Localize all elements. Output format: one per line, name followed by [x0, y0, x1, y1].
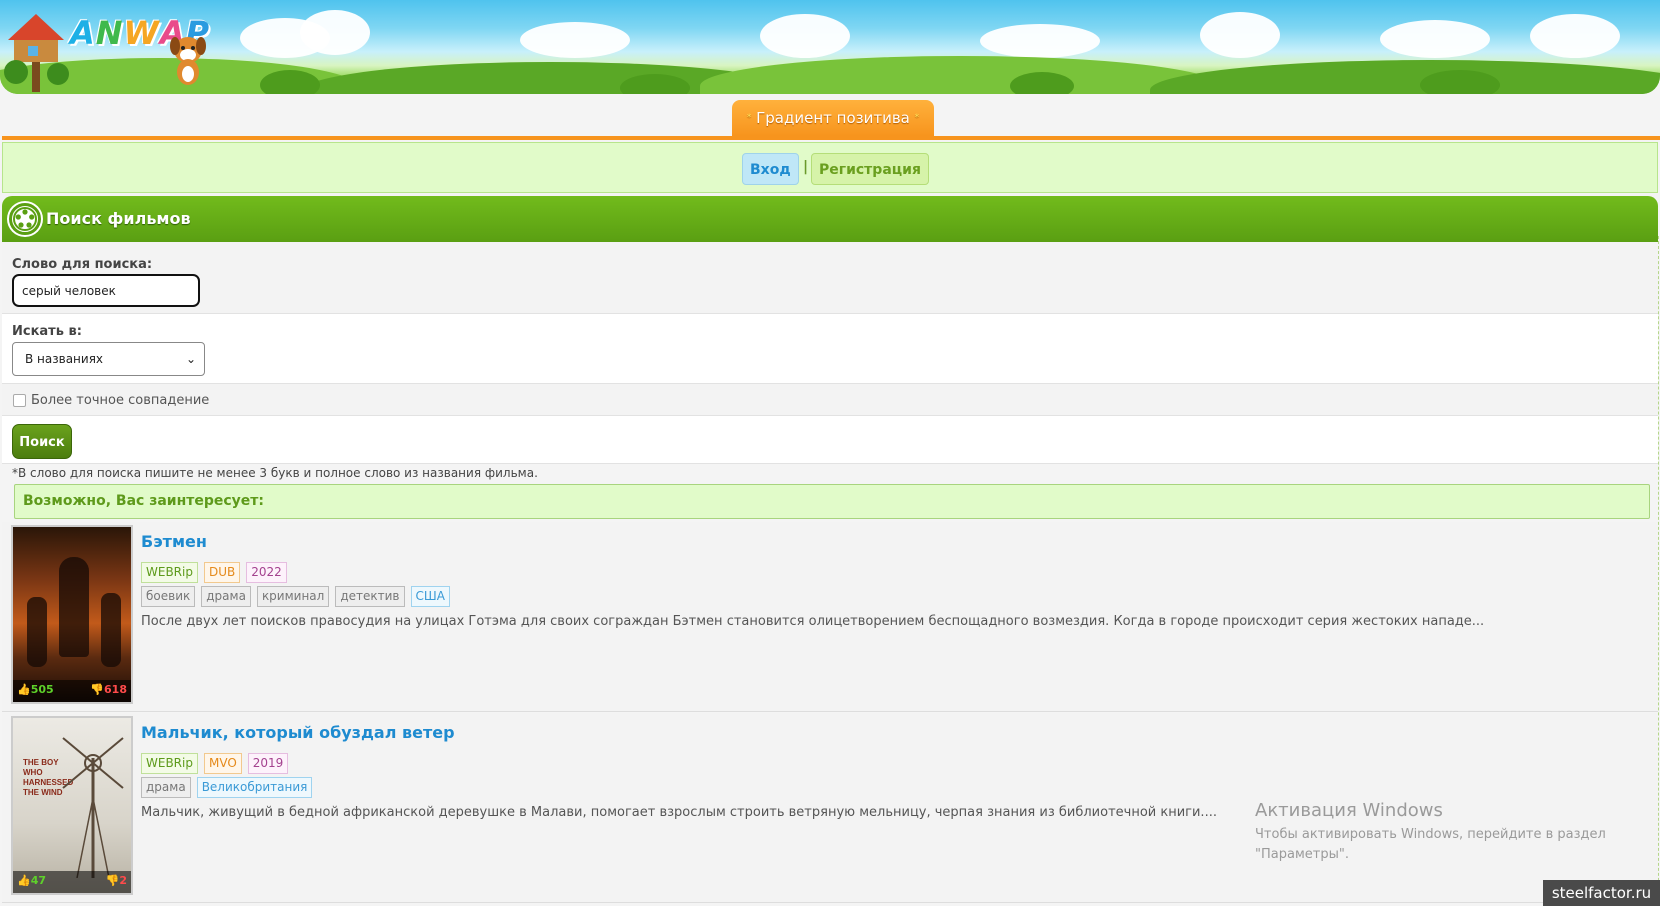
dislikes-count: 👎618: [90, 683, 127, 696]
movie-release-tags: WEBRip DUB 2022: [141, 562, 287, 583]
chevron-down-icon: ⌄: [185, 352, 196, 366]
cloud-decoration: [520, 22, 630, 58]
tab-star-icon: *: [914, 113, 920, 123]
cloud-decoration: [300, 10, 370, 55]
likes-count: 👍47: [17, 874, 46, 887]
exact-match-checkbox[interactable]: [13, 394, 26, 407]
search-button[interactable]: Поиск: [12, 424, 72, 459]
windows-activation-watermark: Активация Windows Чтобы активировать Win…: [1255, 800, 1606, 865]
movie-description: После двух лет поисков правосудия на ули…: [141, 614, 1485, 629]
movie-description: Мальчик, живущий в бедной африканской де…: [141, 805, 1217, 820]
movie-poster[interactable]: THE BOY WHO HARNESSED THE WIND 👍47 👎2: [11, 716, 133, 895]
poster-figure: [59, 557, 89, 657]
site-header-banner: ANWAP: [0, 0, 1660, 94]
exact-match-label[interactable]: Более точное совпадение: [31, 393, 209, 408]
likes-value: 47: [30, 874, 47, 887]
cloud-decoration: [760, 14, 850, 58]
cloud-decoration: [1530, 14, 1620, 58]
movie-item[interactable]: 👍505 👎618 Бэтмен WEBRip DUB 2022 боевик …: [2, 522, 1658, 712]
translation-tag: MVO: [203, 753, 242, 774]
auth-bar: Вход | Регистрация: [2, 142, 1658, 193]
movie-poster[interactable]: 👍505 👎618: [11, 525, 133, 704]
site-badge: steelfactor.ru: [1543, 880, 1660, 906]
section-title: Поиск фильмов: [46, 209, 191, 228]
genre-tag[interactable]: боевик: [141, 586, 196, 607]
thumbs-up-icon: 👍: [17, 874, 31, 887]
movie-genre-tags: боевик драма криминал детектив США: [141, 586, 450, 607]
logo-letter: A: [70, 14, 96, 52]
movie-title-link[interactable]: Мальчик, который обуздал ветер: [141, 723, 455, 742]
login-link[interactable]: Вход: [742, 153, 799, 185]
watermark-line: "Параметры".: [1255, 847, 1349, 862]
thumbs-down-icon: 👎: [105, 874, 120, 887]
poster-figure: [27, 597, 47, 667]
logo-letter: N: [95, 14, 124, 52]
content-border: [1658, 236, 1659, 906]
likes-value: 505: [30, 683, 54, 696]
windmill-illustration: [62, 737, 124, 878]
genre-tag[interactable]: драма: [141, 777, 191, 798]
movie-genre-tags: драма Великобритания: [141, 777, 313, 798]
cloud-decoration: [980, 24, 1100, 58]
quality-tag: WEBRip: [141, 562, 198, 583]
select-value: В названиях: [25, 352, 104, 366]
movie-release-tags: WEBRip MVO 2019: [141, 753, 289, 774]
poster-figure: [101, 593, 121, 667]
register-link[interactable]: Регистрация: [811, 153, 929, 185]
search-scope-select[interactable]: В названиях ⌄: [12, 342, 205, 376]
genre-tag[interactable]: драма: [201, 586, 251, 607]
translation-tag: DUB: [203, 562, 241, 583]
hill-decoration: [1150, 60, 1660, 94]
tab-gradient-positive[interactable]: * Градиент позитива *: [732, 100, 934, 136]
suggestions-heading: Возможно, Вас заинтересует:: [14, 484, 1650, 519]
watermark-line: Чтобы активировать Windows, перейдите в …: [1255, 827, 1606, 842]
movie-title-link[interactable]: Бэтмен: [141, 532, 207, 551]
genre-tag[interactable]: детектив: [335, 586, 405, 607]
cloud-decoration: [1380, 20, 1490, 58]
section-header: Поиск фильмов: [2, 196, 1658, 242]
tab-star-icon: *: [746, 113, 752, 123]
search-input[interactable]: [12, 274, 200, 307]
dislikes-value: 2: [119, 874, 127, 887]
bush-decoration: [1420, 70, 1500, 94]
tab-bar: * Градиент позитива *: [2, 98, 1660, 140]
logo-letter: W: [123, 14, 160, 52]
bush-decoration: [1010, 72, 1074, 94]
query-label: Слово для поиска:: [12, 257, 153, 272]
tab-underline: [2, 136, 1660, 140]
cloud-decoration: [1200, 12, 1280, 58]
dislikes-value: 618: [104, 683, 127, 696]
treehouse-icon: [4, 14, 69, 92]
genre-tag[interactable]: криминал: [256, 586, 330, 607]
year-tag[interactable]: 2019: [247, 753, 289, 774]
likes-count: 👍505: [17, 683, 54, 696]
search-hint: *В слово для поиска пишите не менее 3 бу…: [12, 466, 538, 480]
tab-label: Градиент позитива: [756, 109, 910, 127]
poster-rating-bar: 👍47 👎2: [13, 871, 131, 893]
watermark-title: Активация Windows: [1255, 800, 1443, 821]
auth-separator: |: [803, 159, 809, 175]
hill-decoration: [700, 56, 1220, 94]
poster-rating-bar: 👍505 👎618: [13, 680, 131, 702]
scope-row: Искать в: В названиях ⌄: [2, 314, 1658, 384]
query-row: Слово для поиска:: [2, 242, 1658, 314]
country-tag[interactable]: США: [410, 586, 450, 607]
submit-row: Поиск: [2, 416, 1658, 464]
bush-decoration: [260, 70, 320, 94]
puppy-mascot-icon: [170, 37, 206, 85]
year-tag[interactable]: 2022: [246, 562, 287, 583]
dislikes-count: 👎2: [106, 874, 127, 887]
scope-label: Искать в:: [12, 324, 82, 339]
thumbs-up-icon: 👍: [17, 683, 31, 696]
film-reel-icon: [9, 203, 41, 235]
quality-tag: WEBRip: [141, 753, 198, 774]
country-tag[interactable]: Великобритания: [196, 777, 313, 798]
exact-match-row: Более точное совпадение: [2, 384, 1658, 416]
thumbs-down-icon: 👎: [90, 683, 105, 696]
